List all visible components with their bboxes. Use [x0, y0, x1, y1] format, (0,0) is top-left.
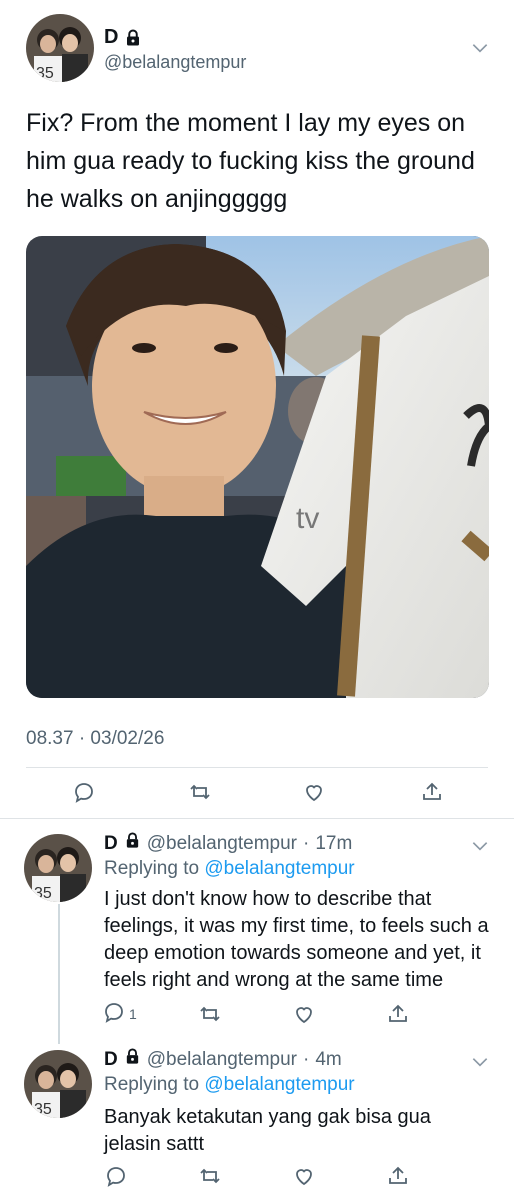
- reply-count: 1: [129, 1006, 137, 1022]
- separator-dot: ·: [303, 832, 310, 854]
- tweet-photo[interactable]: tv: [26, 236, 489, 698]
- separator-dot: ·: [303, 1048, 310, 1070]
- reply-icon[interactable]: [102, 1162, 130, 1190]
- lock-icon: [124, 29, 142, 47]
- replying-to: Replying to @belalangtempur: [104, 858, 355, 880]
- reply-text: Banyak ketakutan yang gak bisa gua jelas…: [104, 1106, 431, 1155]
- retweet-icon[interactable]: [196, 1162, 224, 1190]
- reply-header: D @belalangtempur · 17m: [104, 832, 352, 855]
- svg-text:35: 35: [36, 65, 54, 82]
- replying-to-link[interactable]: @belalangtempur: [204, 1074, 354, 1095]
- replying-to: Replying to @belalangtempur: [104, 1074, 355, 1096]
- avatar[interactable]: 35: [24, 1050, 92, 1118]
- avatar[interactable]: 35: [24, 834, 92, 902]
- share-icon[interactable]: [418, 778, 446, 806]
- author-name-row: D: [104, 26, 142, 49]
- divider: [26, 767, 488, 768]
- reply-icon[interactable]: [70, 778, 98, 806]
- retweet-icon[interactable]: [186, 778, 214, 806]
- tweet-text: Fix? From the moment I lay my eyes on hi…: [26, 109, 475, 213]
- chevron-down-icon[interactable]: [470, 1052, 490, 1072]
- display-name[interactable]: D: [104, 26, 118, 49]
- reply-time[interactable]: 4m: [315, 1049, 341, 1071]
- retweet-icon[interactable]: [196, 1000, 224, 1028]
- handle[interactable]: @belalangtempur: [104, 52, 246, 73]
- reply-header: D @belalangtempur · 4m: [104, 1048, 342, 1071]
- like-icon[interactable]: [290, 1000, 318, 1028]
- handle[interactable]: @belalangtempur: [147, 1049, 297, 1071]
- like-icon[interactable]: [300, 778, 328, 806]
- reply-text: I just don't know how to describe that f…: [104, 888, 489, 991]
- handle[interactable]: @belalangtempur: [147, 833, 297, 855]
- display-name[interactable]: D: [104, 1049, 118, 1071]
- avatar[interactable]: 35: [26, 14, 94, 82]
- timestamp[interactable]: 08.37 · 03/02/26: [26, 728, 164, 750]
- jersey-text: tv: [296, 502, 319, 535]
- display-name[interactable]: D: [104, 833, 118, 855]
- divider: [0, 818, 514, 819]
- chevron-down-icon[interactable]: [470, 38, 490, 58]
- lock-icon: [124, 832, 141, 855]
- reply-button[interactable]: 1: [102, 1000, 137, 1028]
- share-icon[interactable]: [384, 1162, 412, 1190]
- lock-icon: [124, 1048, 141, 1071]
- chevron-down-icon[interactable]: [470, 836, 490, 856]
- replying-to-link[interactable]: @belalangtempur: [204, 858, 354, 879]
- replying-label: Replying to: [104, 1074, 200, 1095]
- share-icon[interactable]: [384, 1000, 412, 1028]
- replying-label: Replying to: [104, 858, 200, 879]
- svg-text:35: 35: [34, 885, 52, 902]
- like-icon[interactable]: [290, 1162, 318, 1190]
- svg-text:35: 35: [34, 1101, 52, 1118]
- reply-time[interactable]: 17m: [315, 833, 352, 855]
- thread-line: [58, 904, 60, 1044]
- reply-icon: [102, 1000, 126, 1029]
